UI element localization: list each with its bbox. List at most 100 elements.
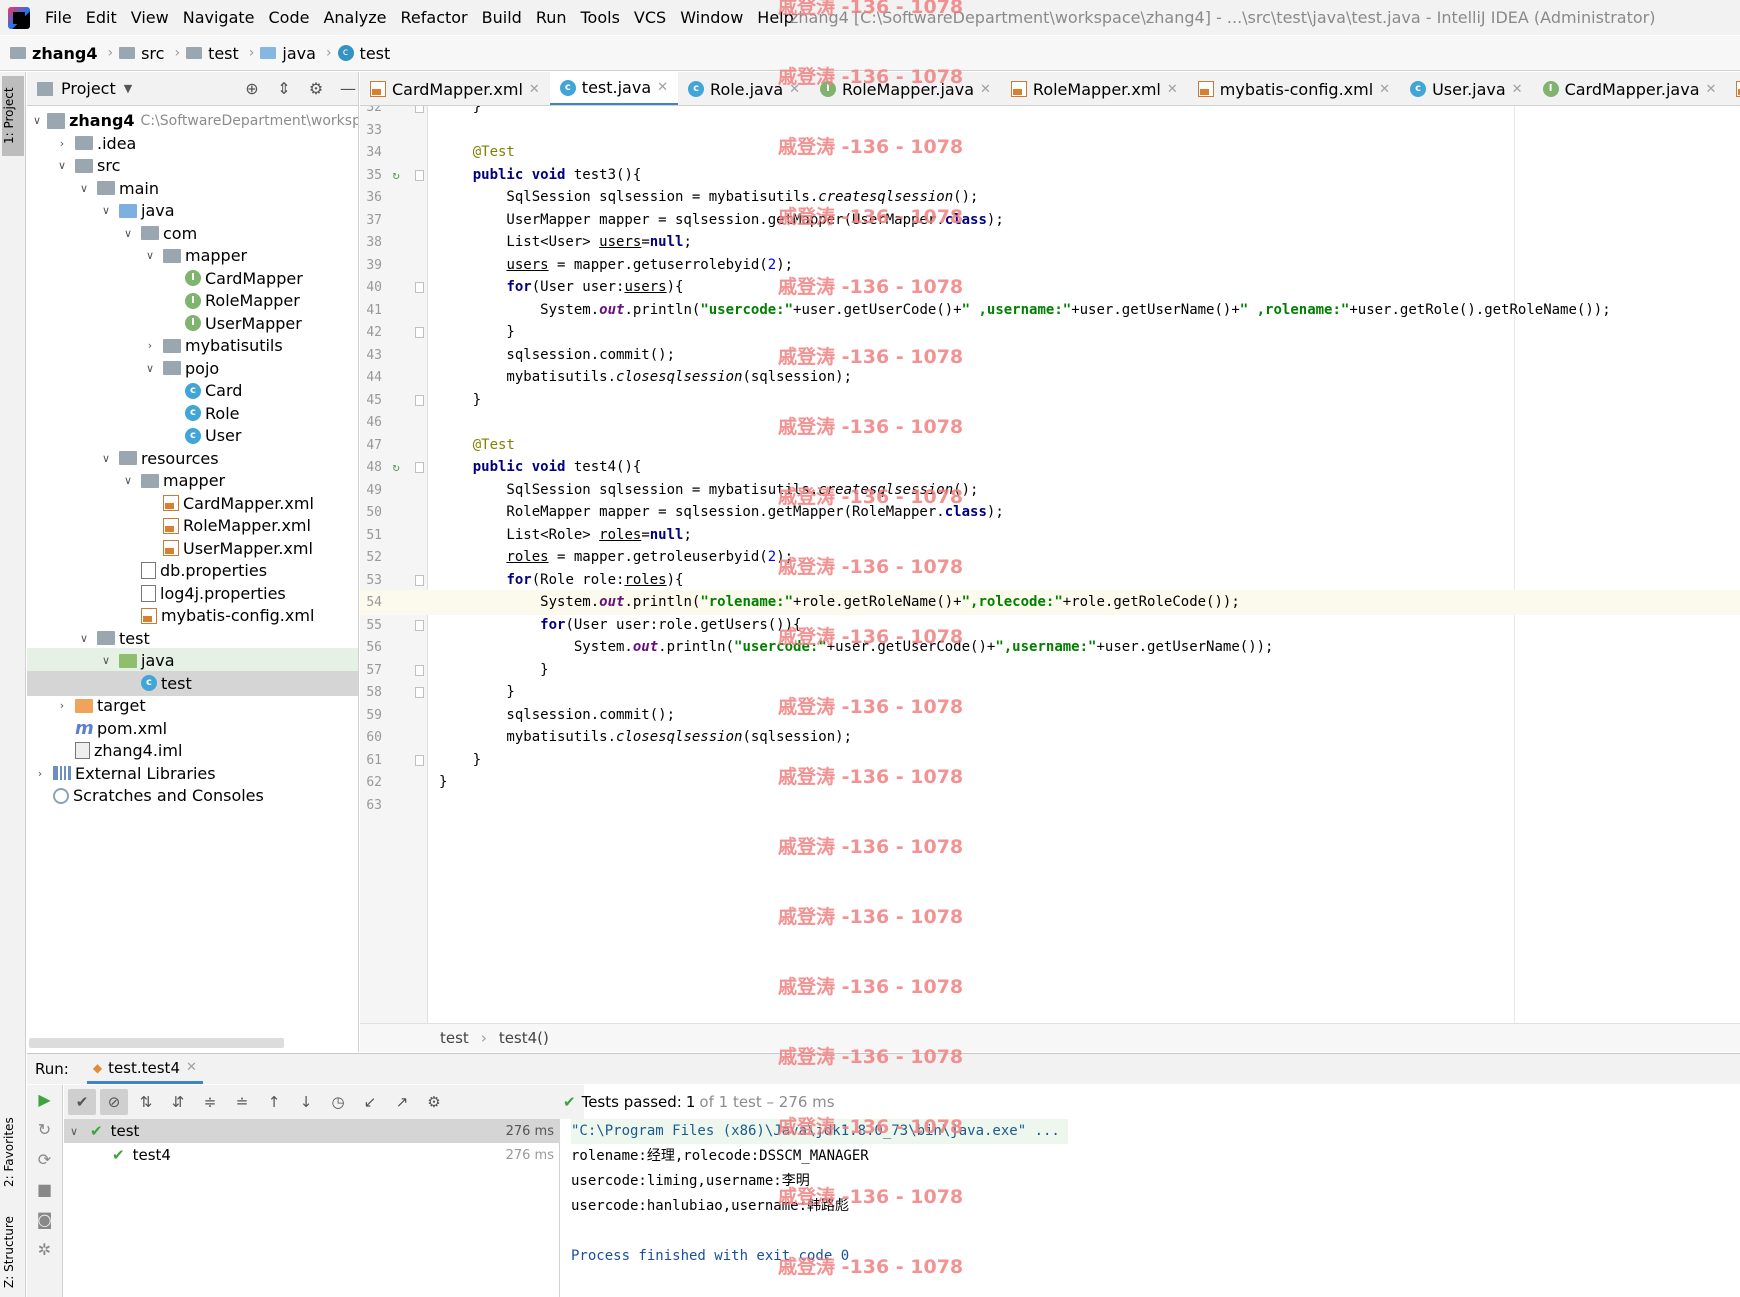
tree-item[interactable]: I RoleMapper (27, 288, 358, 313)
tree-item[interactable]: ∨ main (27, 176, 358, 201)
code-line[interactable]: 57 } (360, 658, 1740, 683)
run-tab[interactable]: ◆ test.test4 ✕ (86, 1054, 203, 1084)
close-icon[interactable]: ✕ (1706, 82, 1717, 97)
tree-item[interactable]: ∨ resources (27, 446, 358, 471)
menu-code[interactable]: Code (262, 0, 317, 35)
show-passed-icon[interactable]: ✔ (68, 1089, 96, 1115)
close-icon[interactable]: ✕ (1167, 82, 1178, 97)
editor-tab[interactable]: I RoleMapper.java ✕ (810, 72, 1001, 105)
editor-tab[interactable]: RoleMapper.xml ✕ (1001, 72, 1188, 105)
fold-marker-icon[interactable] (415, 327, 424, 338)
test-row-method[interactable]: ✔ test4 276 ms (64, 1143, 560, 1167)
code-line[interactable]: 41 System.out.println("usercode:"+user.g… (360, 298, 1740, 323)
fold-marker-icon[interactable] (415, 282, 424, 293)
code-line[interactable]: 60 mybatisutils.closesqlsession(sqlsessi… (360, 725, 1740, 750)
sort-alpha-icon[interactable]: ⇅ (132, 1089, 160, 1115)
crumb-test[interactable]: test (186, 44, 239, 63)
structure-tool-tab[interactable]: Z: Structure (2, 1212, 24, 1292)
tree-item[interactable]: RoleMapper.xml (27, 513, 358, 538)
tree-item[interactable]: › mybatisutils (27, 333, 358, 358)
tree-item[interactable]: ∨ zhang4 C:\SoftwareDepartment\workspace\z… (27, 108, 358, 133)
chevron-right-icon[interactable]: › (33, 767, 47, 780)
code-line[interactable]: 43 sqlsession.commit(); (360, 343, 1740, 368)
tree-item[interactable]: db.properties (27, 558, 358, 583)
tree-item[interactable]: ∨ src (27, 153, 358, 178)
collapse-all-icon[interactable]: ≐ (228, 1089, 256, 1115)
fold-marker-icon[interactable] (415, 462, 424, 473)
chevron-right-icon[interactable]: › (143, 339, 157, 352)
chevron-right-icon[interactable]: › (55, 137, 69, 150)
code-line[interactable]: 53 for(Role role:roles){ (360, 568, 1740, 593)
code-line[interactable]: 61 } (360, 748, 1740, 773)
chevron-down-icon[interactable]: ∨ (77, 632, 91, 645)
gear-icon[interactable]: ⚙ (420, 1089, 448, 1115)
tree-item[interactable]: ∨ java (27, 198, 358, 223)
crumb-src[interactable]: src (119, 44, 164, 63)
menu-navigate[interactable]: Navigate (176, 0, 262, 35)
fold-marker-icon[interactable] (415, 574, 424, 586)
chevron-down-icon[interactable]: ∨ (121, 474, 135, 487)
menu-edit[interactable]: Edit (79, 0, 124, 35)
fold-marker-icon[interactable] (415, 664, 424, 676)
sort-duration-icon[interactable]: ⇵ (164, 1089, 192, 1115)
minimize-icon[interactable]: — (338, 79, 358, 98)
tree-item[interactable]: › External Libraries (27, 761, 358, 786)
code-line[interactable]: 51 List<Role> roles=null; (360, 523, 1740, 548)
menu-window[interactable]: Window (673, 0, 750, 35)
code-line[interactable]: 52 roles = mapper.getroleuserbyid(2); (360, 545, 1740, 570)
previous-icon[interactable]: ↑ (260, 1089, 288, 1115)
menu-analyze[interactable]: Analyze (316, 0, 393, 35)
code-line[interactable]: 49 SqlSession sqlsession = mybatisutils.… (360, 478, 1740, 503)
import-icon[interactable]: ↙ (356, 1089, 384, 1115)
crumb-class-test[interactable]: c test (337, 44, 390, 63)
close-icon[interactable]: ✕ (657, 80, 668, 95)
code-line[interactable]: 39 users = mapper.getuserrolebyid(2); (360, 253, 1740, 278)
tree-item[interactable]: ∨ com (27, 221, 358, 246)
history-icon[interactable]: ◷ (324, 1089, 352, 1115)
camera-icon[interactable]: ◙ (27, 1205, 62, 1235)
code-line[interactable]: 56 System.out.println("usercode:"+user.g… (360, 635, 1740, 660)
code-line[interactable]: 62} (360, 770, 1740, 795)
crumb-project[interactable]: zhang4 (10, 44, 97, 63)
editor-tab[interactable]: c test.java ✕ (549, 72, 679, 105)
tree-item[interactable]: › .idea (27, 131, 358, 156)
code-line[interactable]: 47 @Test (360, 433, 1740, 458)
editor-tab[interactable]: c Role.java ✕ (678, 72, 810, 105)
tree-item[interactable]: mybatis-config.xml (27, 603, 358, 628)
tree-item[interactable]: ∨ java (27, 648, 358, 673)
code-line[interactable]: 42 } (360, 320, 1740, 345)
rerun-icon[interactable]: ▶ (27, 1085, 62, 1115)
tree-item[interactable]: c Card (27, 378, 358, 403)
tree-item[interactable]: UserMapper.xml (27, 536, 358, 561)
chevron-down-icon[interactable]: ∨ (143, 362, 157, 375)
tree-item[interactable]: › target (27, 693, 358, 718)
stop-icon[interactable]: ■ (27, 1175, 62, 1205)
code-line[interactable]: 50 RoleMapper mapper = sqlsession.getMap… (360, 500, 1740, 525)
crumb-class[interactable]: test (440, 1029, 469, 1047)
code-line[interactable]: 33 (360, 118, 1740, 143)
crumb-java[interactable]: java (260, 44, 316, 63)
close-icon[interactable]: ✕ (980, 82, 991, 97)
code-line[interactable]: 36 SqlSession sqlsession = mybatisutils.… (360, 185, 1740, 210)
tree-item[interactable]: c test (27, 670, 358, 696)
menu-view[interactable]: View (124, 0, 176, 35)
chevron-right-icon[interactable]: › (55, 699, 69, 712)
close-icon[interactable]: ✕ (789, 82, 800, 97)
chevron-down-icon[interactable]: ∨ (99, 654, 113, 667)
menu-refactor[interactable]: Refactor (394, 0, 475, 35)
code-line[interactable]: 37 UserMapper mapper = sqlsession.getMap… (360, 208, 1740, 233)
chevron-down-icon[interactable]: ∨ (121, 227, 135, 240)
tree-item[interactable]: log4j.properties (27, 581, 358, 606)
horizontal-scrollbar[interactable] (29, 1038, 284, 1048)
tree-item[interactable]: Scratches and Consoles (27, 783, 358, 808)
code-line[interactable]: 55 for(User user:role.getUsers()){ (360, 613, 1740, 638)
code-line[interactable]: 48 ↻ public void test4(){ (360, 455, 1740, 480)
run-test-gutter-icon[interactable]: ↻ (388, 455, 404, 480)
chevron-down-icon[interactable]: ∨ (99, 452, 113, 465)
chevron-down-icon[interactable]: ∨ (33, 114, 41, 127)
code-line[interactable]: 45 } (360, 388, 1740, 413)
menu-vcs[interactable]: VCS (627, 0, 673, 35)
menu-file[interactable]: File (38, 0, 79, 35)
menu-build[interactable]: Build (475, 0, 529, 35)
tree-item[interactable]: I CardMapper (27, 266, 358, 291)
